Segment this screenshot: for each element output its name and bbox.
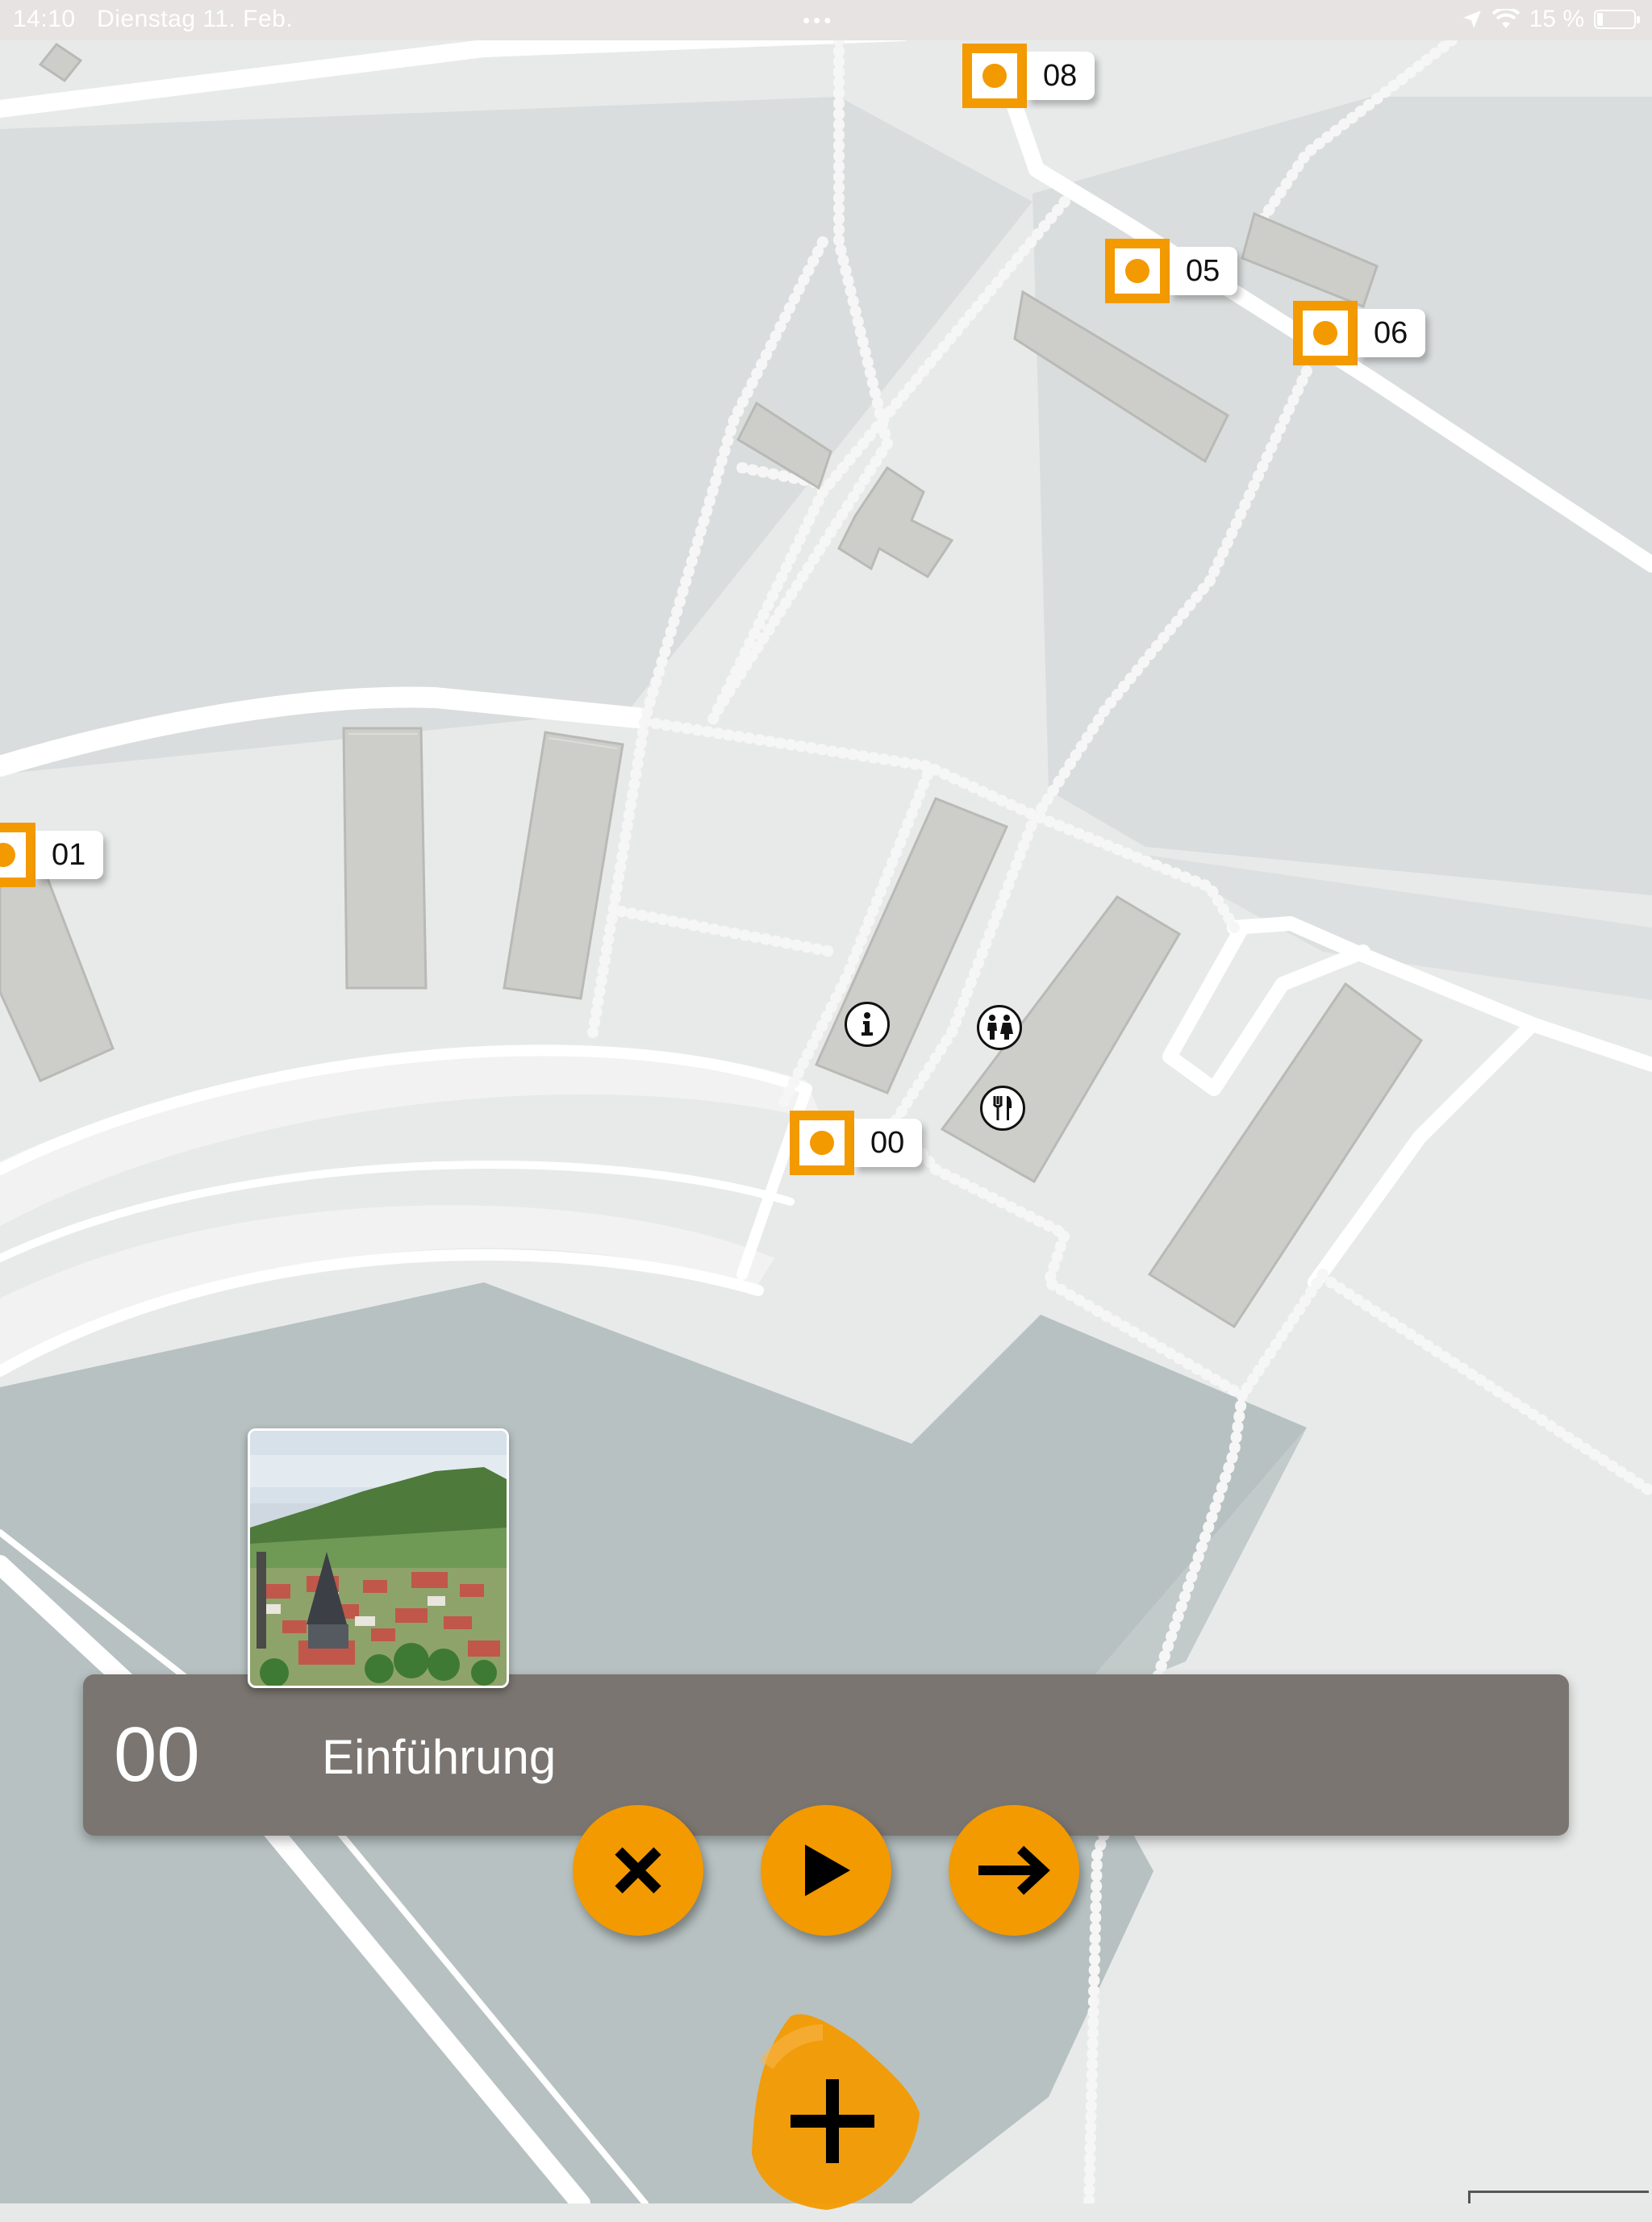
arrow-right-icon — [978, 1845, 1050, 1895]
add-button[interactable] — [742, 2008, 920, 2218]
station-marker-icon — [1293, 301, 1358, 365]
status-bar: 14:10 Dienstag 11. Feb. ••• 15 % — [0, 0, 1652, 40]
close-button[interactable] — [573, 1805, 703, 1936]
station-marker-label: 08 — [1027, 52, 1095, 100]
battery-percent: 15 % — [1529, 6, 1584, 32]
station-marker-label: 05 — [1170, 247, 1238, 295]
play-button[interactable] — [761, 1805, 891, 1936]
station-thumbnail-image[interactable] — [248, 1428, 509, 1688]
wifi-icon — [1491, 9, 1520, 28]
station-marker-icon — [962, 44, 1027, 108]
close-icon — [615, 1847, 661, 1894]
status-time: 14:10 — [13, 6, 76, 32]
map-scale-bar — [1468, 2191, 1649, 2203]
station-marker-icon — [0, 823, 35, 887]
station-number: 00 — [114, 1711, 200, 1798]
station-marker-icon — [1105, 239, 1170, 303]
building-5 — [342, 727, 428, 990]
next-button[interactable] — [949, 1805, 1079, 1936]
restaurant-icon[interactable] — [980, 1086, 1025, 1131]
multitasking-dots-icon[interactable]: ••• — [803, 8, 834, 33]
station-marker-icon — [790, 1111, 854, 1175]
station-marker-label: 01 — [35, 831, 104, 879]
status-right: 15 % — [1462, 6, 1640, 33]
battery-icon — [1594, 10, 1640, 29]
status-time-date: 14:10 Dienstag 11. Feb. — [13, 6, 293, 33]
location-arrow-icon — [1462, 10, 1481, 28]
play-icon — [805, 1845, 850, 1896]
info-icon[interactable] — [845, 1002, 890, 1047]
status-date: Dienstag 11. Feb. — [97, 6, 294, 32]
restroom-icon[interactable] — [977, 1005, 1022, 1050]
station-marker-label: 00 — [854, 1119, 923, 1167]
station-marker-label: 06 — [1358, 309, 1426, 357]
station-title: Einführung — [322, 1730, 557, 1784]
